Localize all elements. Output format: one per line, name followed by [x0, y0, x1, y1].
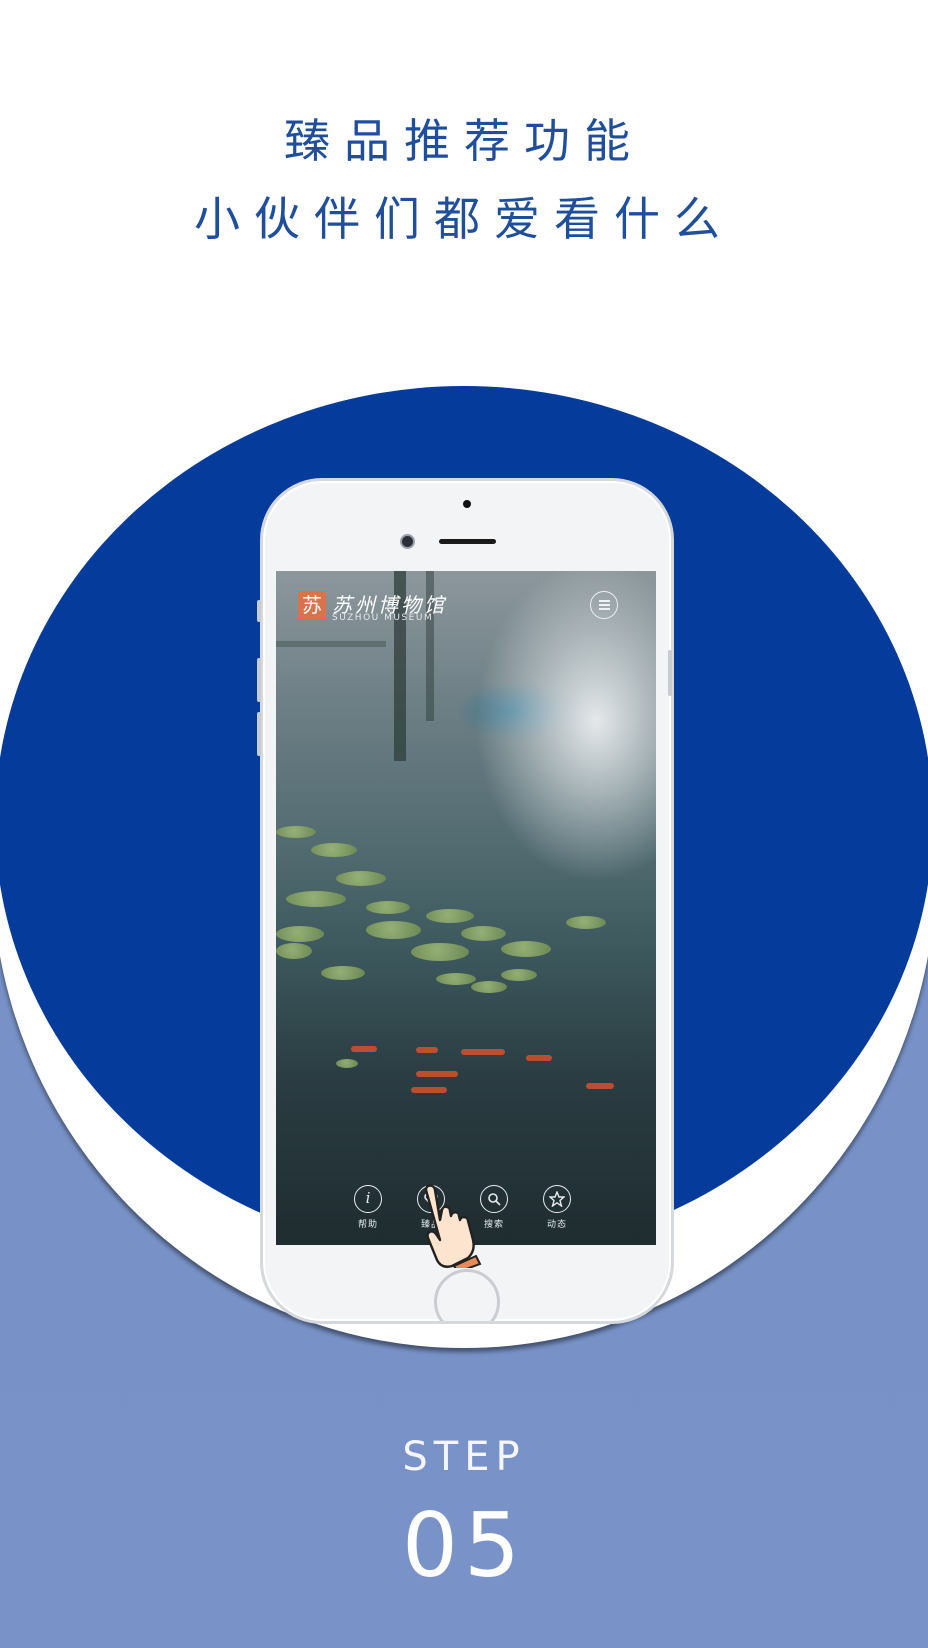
- tree-reflection: [276, 641, 386, 647]
- headline-line-2: 小伙伴们都爱看什么: [194, 192, 734, 246]
- list-icon-line: [599, 608, 610, 610]
- lily-pad: [436, 973, 476, 985]
- list-icon-line: [599, 604, 610, 606]
- tab-news[interactable]: 动态: [535, 1185, 579, 1230]
- list-icon: [599, 600, 610, 602]
- lily-pad: [566, 916, 606, 929]
- volume-down-button: [257, 712, 261, 756]
- lily-pad: [461, 926, 506, 941]
- front-sensor: [463, 500, 471, 508]
- tab-help-label: 帮助: [357, 1220, 378, 1230]
- koi-fish: [416, 1047, 438, 1053]
- lily-pad: [426, 909, 474, 923]
- mute-switch: [257, 600, 261, 622]
- tab-news-label: 动态: [546, 1220, 567, 1230]
- earpiece-speaker: [439, 539, 496, 544]
- step-label: STEP: [402, 1434, 526, 1480]
- koi-fish: [351, 1046, 377, 1052]
- lily-pad: [336, 871, 386, 886]
- lily-pad: [366, 921, 421, 939]
- home-button[interactable]: [434, 1269, 500, 1321]
- koi-fish: [411, 1087, 447, 1093]
- info-icon: i: [354, 1185, 382, 1213]
- lily-pad: [276, 926, 324, 942]
- step-number: 05: [402, 1494, 526, 1597]
- star-icon: [543, 1185, 571, 1213]
- koi-fish: [586, 1083, 614, 1089]
- lily-pad: [366, 901, 410, 914]
- museum-logo-mark: 苏: [298, 591, 326, 619]
- lily-pad: [336, 1059, 358, 1068]
- koi-fish: [526, 1055, 552, 1061]
- lily-pad: [286, 891, 346, 907]
- lily-pad: [311, 843, 357, 857]
- lily-pad: [471, 981, 507, 993]
- menu-button[interactable]: [590, 591, 618, 619]
- lily-pad: [501, 941, 551, 957]
- lily-pad: [501, 969, 537, 981]
- app-screen: 苏 苏州博物馆 SUZHOU MUSEUM i 帮助 臻品 搜索 动态: [276, 571, 656, 1245]
- lily-pad: [411, 943, 469, 961]
- front-camera: [402, 536, 413, 547]
- lily-pad: [276, 943, 312, 959]
- lily-pad: [276, 826, 316, 838]
- volume-up-button: [257, 658, 261, 702]
- lily-pad: [321, 966, 365, 980]
- power-button: [668, 650, 672, 696]
- koi-fish: [416, 1071, 458, 1077]
- museum-logo-english: SUZHOU MUSEUM: [332, 613, 434, 623]
- pointing-hand-icon: [424, 1184, 482, 1268]
- tab-help[interactable]: i 帮助: [346, 1185, 390, 1230]
- koi-fish: [461, 1049, 505, 1055]
- headline-line-1: 臻品推荐功能: [284, 114, 644, 168]
